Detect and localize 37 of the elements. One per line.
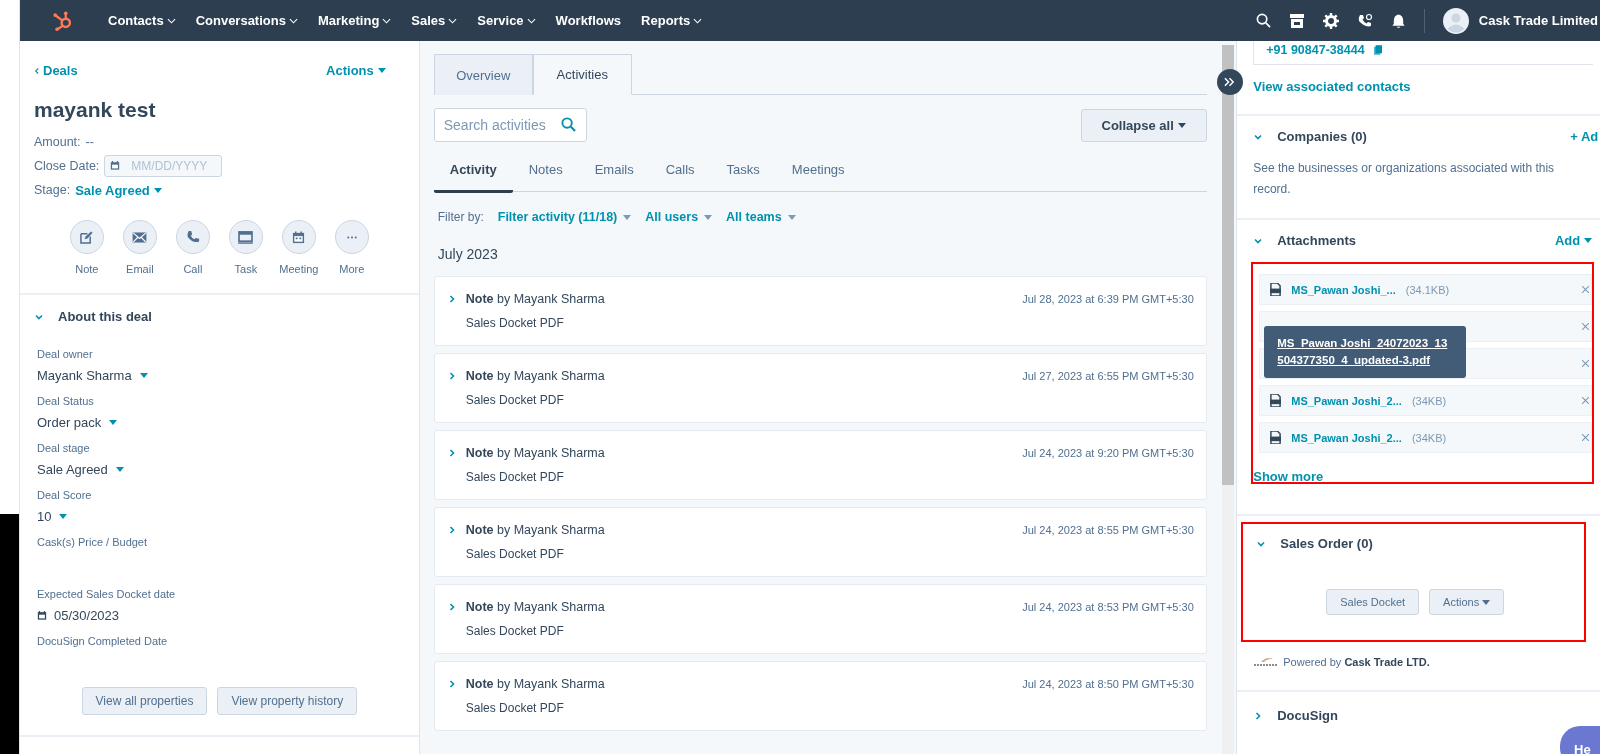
action-label: Note — [75, 263, 99, 275]
amount-label: Amount: — [34, 135, 81, 149]
action-label: Call — [183, 263, 203, 275]
action-label: Meeting — [279, 263, 319, 275]
filter-label: Filter by: — [437, 210, 484, 224]
activity-timestamp: Jul 24, 2023 at 8:50 PM GMT+5:30 — [1022, 678, 1194, 690]
property-label: Cask(s) Price / Budget — [37, 536, 148, 548]
attachment-size: (34KB) — [1411, 431, 1447, 444]
property-label: Deal Score — [37, 489, 92, 501]
property-label: Deal Status — [37, 395, 94, 407]
section-description: See the businesses or organizations associated with this record. — [1253, 160, 1556, 198]
activity-body: Sales Docket PDF — [465, 393, 565, 407]
property-label: Deal stage — [37, 442, 90, 454]
action-label: Task — [234, 263, 258, 275]
deal-title: mayank test — [34, 98, 157, 122]
action-label: More — [339, 263, 365, 275]
activity-timestamp: Jul 24, 2023 at 9:20 PM GMT+5:30 — [1022, 447, 1194, 459]
activity-body: Sales Docket PDF — [465, 470, 565, 484]
activity-body: Sales Docket PDF — [465, 547, 565, 561]
close-date-label: Close Date: — [34, 159, 100, 173]
powered-by-text: Powered by Cask Trade LTD. — [1283, 656, 1430, 668]
amount-value: -- — [85, 135, 94, 149]
activity-timestamp: Jul 27, 2023 at 6:55 PM GMT+5:30 — [1022, 370, 1194, 382]
attachment-size: (34.1KB) — [1405, 283, 1450, 296]
activity-body: Sales Docket PDF — [465, 316, 565, 330]
property-label: Expected Sales Docket date — [37, 588, 176, 600]
stage-label: Stage: — [34, 183, 71, 197]
activity-timestamp: Jul 28, 2023 at 6:39 PM GMT+5:30 — [1022, 293, 1194, 305]
property-label: DocuSign Completed Date — [37, 635, 168, 647]
attachment-size: (34KB) — [1411, 394, 1447, 407]
activity-body: Sales Docket PDF — [465, 624, 565, 638]
month-heading: July 2023 — [437, 246, 499, 262]
activity-body: Sales Docket PDF — [465, 701, 565, 715]
activity-timestamp: Jul 24, 2023 at 8:55 PM GMT+5:30 — [1022, 524, 1194, 536]
property-label: Deal owner — [37, 348, 93, 360]
activity-timestamp: Jul 24, 2023 at 8:53 PM GMT+5:30 — [1022, 601, 1194, 613]
action-label: Email — [126, 263, 154, 275]
